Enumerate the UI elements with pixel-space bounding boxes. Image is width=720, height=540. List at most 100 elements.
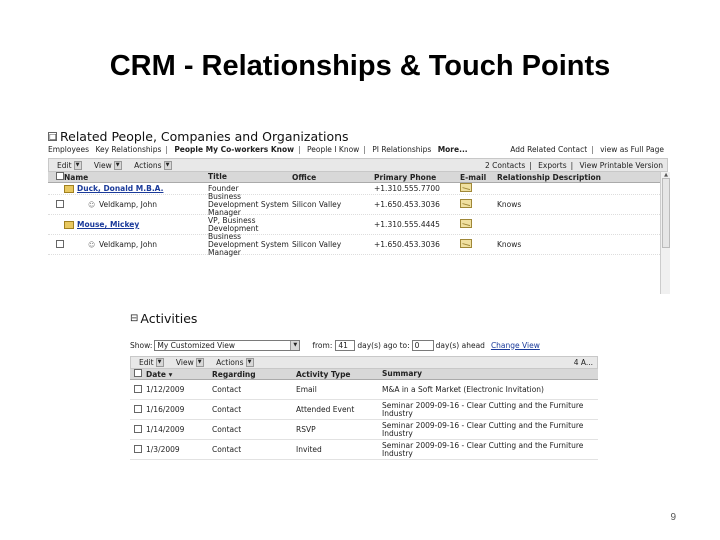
table-row[interactable]: 1/12/2009 Contact Email M&A in a Soft Ma…: [130, 380, 598, 400]
col-date[interactable]: Date ▾: [146, 370, 212, 379]
activity-date: 1/14/2009: [146, 425, 185, 434]
tab-employees[interactable]: Employees: [48, 145, 89, 154]
contact-title: VP, Business Development: [208, 215, 259, 233]
relationship-description: Knows: [497, 200, 522, 209]
contact-office: Silicon Valley: [292, 200, 342, 209]
contact-name[interactable]: Veldkamp, John: [99, 200, 157, 209]
actions-menu[interactable]: Actions ▼: [214, 358, 255, 367]
activity-type: Attended Event: [296, 405, 355, 414]
contact-name-link[interactable]: Duck, Donald M.B.A.: [77, 184, 163, 193]
col-regarding[interactable]: Regarding: [212, 370, 296, 379]
table-row[interactable]: 1/16/2009 Contact Attended Event Seminar…: [130, 400, 598, 420]
edit-menu[interactable]: Edit ▼: [137, 358, 166, 367]
exports-link[interactable]: Exports: [538, 161, 566, 170]
row-checkbox[interactable]: [134, 444, 142, 453]
activities-header: ⊟ Activities: [130, 308, 598, 328]
related-header: □ Related People, Companies and Organiza…: [48, 128, 668, 144]
activity-summary: M&A in a Soft Market (Electronic Invitat…: [382, 384, 544, 394]
scroll-thumb[interactable]: [662, 178, 670, 248]
activity-regarding: Contact: [212, 445, 242, 454]
related-tabs: Employees Key Relationships | People My C…: [48, 145, 664, 154]
col-relationship[interactable]: Relationship Description: [497, 173, 647, 182]
table-row[interactable]: ☺ Veldkamp, John Business Development Sys…: [48, 192, 668, 216]
row-checkbox[interactable]: [134, 404, 142, 413]
view-full-page-link[interactable]: view as Full Page: [600, 145, 664, 154]
activity-regarding: Contact: [212, 405, 242, 414]
activity-date: 1/16/2009: [146, 405, 185, 414]
col-name[interactable]: Name: [60, 173, 208, 182]
col-activity-type[interactable]: Activity Type: [296, 370, 382, 379]
col-summary[interactable]: Summary: [382, 370, 598, 378]
col-email[interactable]: E-mail: [460, 173, 497, 182]
select-all-checkbox[interactable]: [134, 369, 142, 377]
col-title[interactable]: Title: [208, 173, 292, 181]
from-days-input[interactable]: 41: [335, 339, 356, 351]
contact-phone: +1.650.453.3036: [374, 200, 440, 209]
table-row[interactable]: ☺ Veldkamp, John Business Development Sys…: [48, 231, 668, 257]
email-envelope-icon[interactable]: [460, 219, 472, 228]
table-row[interactable]: 1/3/2009 Contact Invited Seminar 2009-09…: [130, 440, 598, 460]
tab-more[interactable]: More...: [438, 145, 468, 154]
collapse-icon[interactable]: □: [48, 131, 57, 141]
activity-type: Invited: [296, 445, 322, 454]
sort-desc-icon: ▾: [168, 369, 173, 379]
related-scrollbar[interactable]: ▲: [660, 172, 670, 294]
days-ago-label: day(s) ago to:: [357, 340, 410, 350]
contact-card-icon: [64, 220, 74, 229]
related-grid: Name Title Office Primary Phone E-mail R…: [48, 172, 670, 294]
email-envelope-icon[interactable]: [460, 183, 472, 192]
chevron-down-icon: ▼: [113, 160, 122, 170]
chevron-down-icon: ▼: [195, 358, 204, 367]
tab-pi-relationships[interactable]: PI Relationships: [372, 145, 431, 154]
collapse-icon[interactable]: ⊟: [130, 313, 138, 324]
view-menu[interactable]: View ▼: [174, 358, 206, 367]
activities-header-row: Date ▾ Regarding Activity Type Summary: [130, 369, 598, 380]
email-envelope-icon[interactable]: [460, 199, 472, 208]
col-office[interactable]: Office: [292, 173, 374, 182]
view-menu[interactable]: View ▼: [92, 160, 124, 170]
relationship-description: Knows: [497, 240, 522, 249]
col-phone[interactable]: Primary Phone: [374, 173, 460, 182]
activities-count: 4 A...: [573, 358, 593, 367]
contact-phone: +1.650.453.3036: [374, 240, 440, 249]
chevron-down-icon: ▼: [73, 160, 82, 170]
activity-regarding: Contact: [212, 385, 242, 394]
change-view-link[interactable]: Change View: [491, 341, 540, 350]
activity-regarding: Contact: [212, 425, 242, 434]
chevron-down-icon: ▼: [245, 358, 254, 367]
activity-type: Email: [296, 385, 317, 394]
related-people-panel: □ Related People, Companies and Organiza…: [48, 128, 670, 296]
contact-name[interactable]: Veldkamp, John: [99, 240, 157, 249]
email-envelope-icon[interactable]: [460, 239, 472, 248]
tab-people-i-know[interactable]: People I Know: [307, 145, 359, 154]
contact-phone: +1.310.555.7700: [374, 184, 440, 193]
to-days-input[interactable]: 0: [411, 339, 434, 351]
contact-title: Business Development System Manager: [208, 231, 289, 257]
actions-menu[interactable]: Actions ▼: [132, 160, 173, 170]
table-row[interactable]: 1/14/2009 Contact RSVP Seminar 2009-09-1…: [130, 420, 598, 440]
contact-name-link[interactable]: Mouse, Mickey: [77, 220, 139, 229]
edit-menu[interactable]: Edit ▼: [55, 160, 84, 170]
table-row[interactable]: Duck, Donald M.B.A. Founder +1.310.555.7…: [48, 183, 668, 195]
activity-summary: Seminar 2009-09-16 - Clear Cutting and t…: [382, 400, 584, 418]
table-row[interactable]: Mouse, Mickey VP, Business Development +…: [48, 215, 668, 235]
printable-version-link[interactable]: View Printable Version: [580, 161, 663, 170]
chevron-down-icon: ▼: [290, 340, 300, 350]
activities-filter: Show: My Customized View ▼ from: 41 day(s…: [130, 338, 598, 352]
tab-key-relationships[interactable]: Key Relationships: [95, 145, 161, 154]
row-checkbox[interactable]: [134, 384, 142, 393]
activity-summary: Seminar 2009-09-16 - Clear Cutting and t…: [382, 420, 584, 438]
tab-coworkers-know[interactable]: People My Co-workers Know: [174, 145, 294, 154]
view-select[interactable]: My Customized View ▼: [154, 339, 301, 351]
row-checkbox[interactable]: [134, 424, 142, 433]
add-related-contact-link[interactable]: Add Related Contact: [510, 145, 587, 154]
chevron-down-icon: ▼: [155, 358, 164, 367]
activities-title: Activities: [140, 310, 198, 326]
chevron-down-icon: ▼: [163, 160, 172, 170]
activities-toolbar: Edit ▼ View ▼ Actions ▼ 4 A...: [130, 356, 598, 369]
from-label: from:: [312, 340, 333, 350]
activity-date: 1/3/2009: [146, 445, 180, 454]
contact-office: Silicon Valley: [292, 240, 342, 249]
activity-summary: Seminar 2009-09-16 - Clear Cutting and t…: [382, 440, 584, 458]
contacts-count: 2 Contacts: [484, 160, 526, 170]
